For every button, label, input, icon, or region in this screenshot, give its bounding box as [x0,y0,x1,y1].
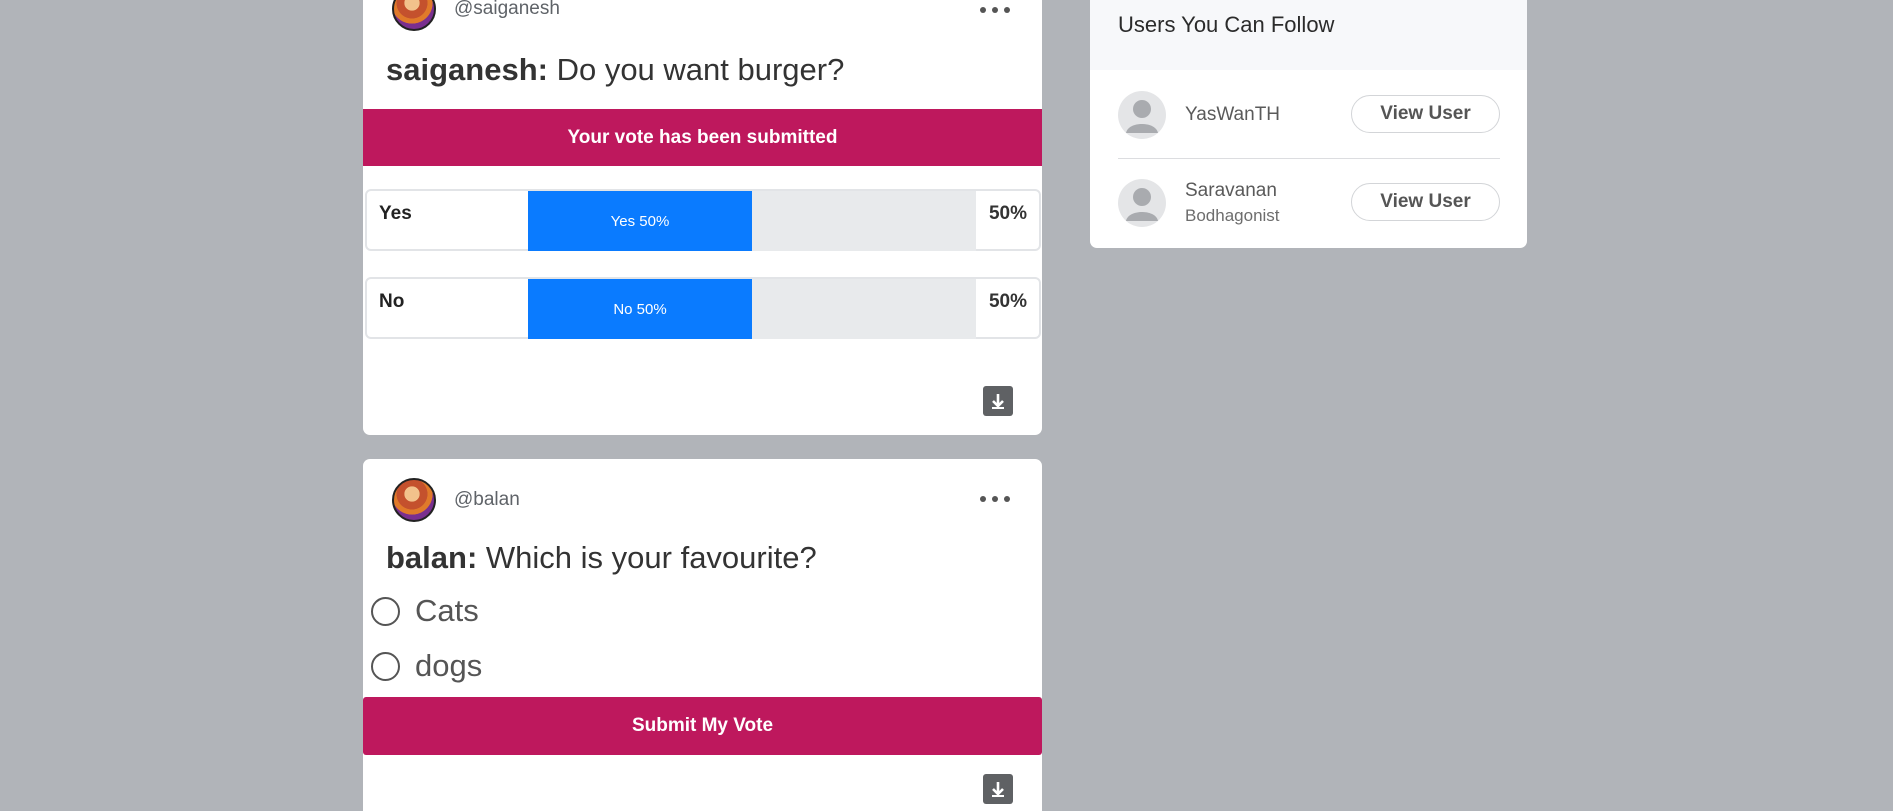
user-row-saravanan: Saravanan Bodhagonist View User [1118,158,1500,246]
poll-author: balan: [386,540,478,575]
more-options-icon[interactable] [980,3,1010,17]
result-bar-track: Yes 50% [528,191,976,251]
user-name[interactable]: YasWanTH [1185,104,1280,126]
poll-option-label: dogs [415,648,483,683]
result-option-label: Yes [379,203,412,224]
user-subtitle: Bodhagonist [1185,206,1280,225]
user-avatar-icon [1118,91,1166,139]
poll-question: balan: Which is your favourite? [386,540,817,576]
poll-card-balan: @balan balan: Which is your favourite? C… [363,459,1042,811]
result-bar-fill: No 50% [528,279,752,339]
author-avatar[interactable] [392,0,436,31]
submit-vote-button[interactable]: Submit My Vote [363,697,1042,755]
result-row-yes: Yes Yes 50% 50% [365,189,1041,251]
poll-author: saiganesh: [386,52,548,87]
result-option-label: No [379,291,405,312]
view-user-button[interactable]: View User [1351,183,1500,221]
result-percent: 50% [988,291,1027,312]
poll-question-text: Do you want burger? [556,52,845,87]
author-handle[interactable]: @saiganesh [454,0,560,20]
result-bar-fill: Yes 50% [528,191,752,251]
author-handle[interactable]: @balan [454,489,520,511]
more-options-icon[interactable] [980,492,1010,506]
radio-button[interactable] [371,651,400,681]
poll-option-cats[interactable]: Cats [371,593,479,629]
result-percent: 50% [988,203,1027,224]
result-bar-track: No 50% [528,279,976,339]
poll-question-text: Which is your favourite? [485,540,817,575]
poll-option-dogs[interactable]: dogs [371,648,482,684]
result-row-no: No No 50% 50% [365,277,1041,339]
panel-title: Users You Can Follow [1118,12,1335,37]
poll-option-label: Cats [415,593,479,628]
user-row-yaswanth: YasWanTH View User [1118,70,1500,158]
poll-question: saiganesh: Do you want burger? [386,52,844,88]
view-user-button[interactable]: View User [1351,95,1500,133]
radio-button[interactable] [371,596,400,626]
user-avatar-icon [1118,179,1166,227]
users-to-follow-panel: Users You Can Follow YasWanTH View User … [1090,0,1527,248]
user-name[interactable]: Saravanan [1185,180,1277,202]
download-icon[interactable] [983,386,1013,416]
poll-card-saiganesh: @saiganesh saiganesh: Do you want burger… [363,0,1042,435]
download-icon[interactable] [983,774,1013,804]
panel-header: Users You Can Follow [1090,0,1527,70]
vote-submitted-banner: Your vote has been submitted [363,109,1042,166]
author-avatar[interactable] [392,478,436,522]
